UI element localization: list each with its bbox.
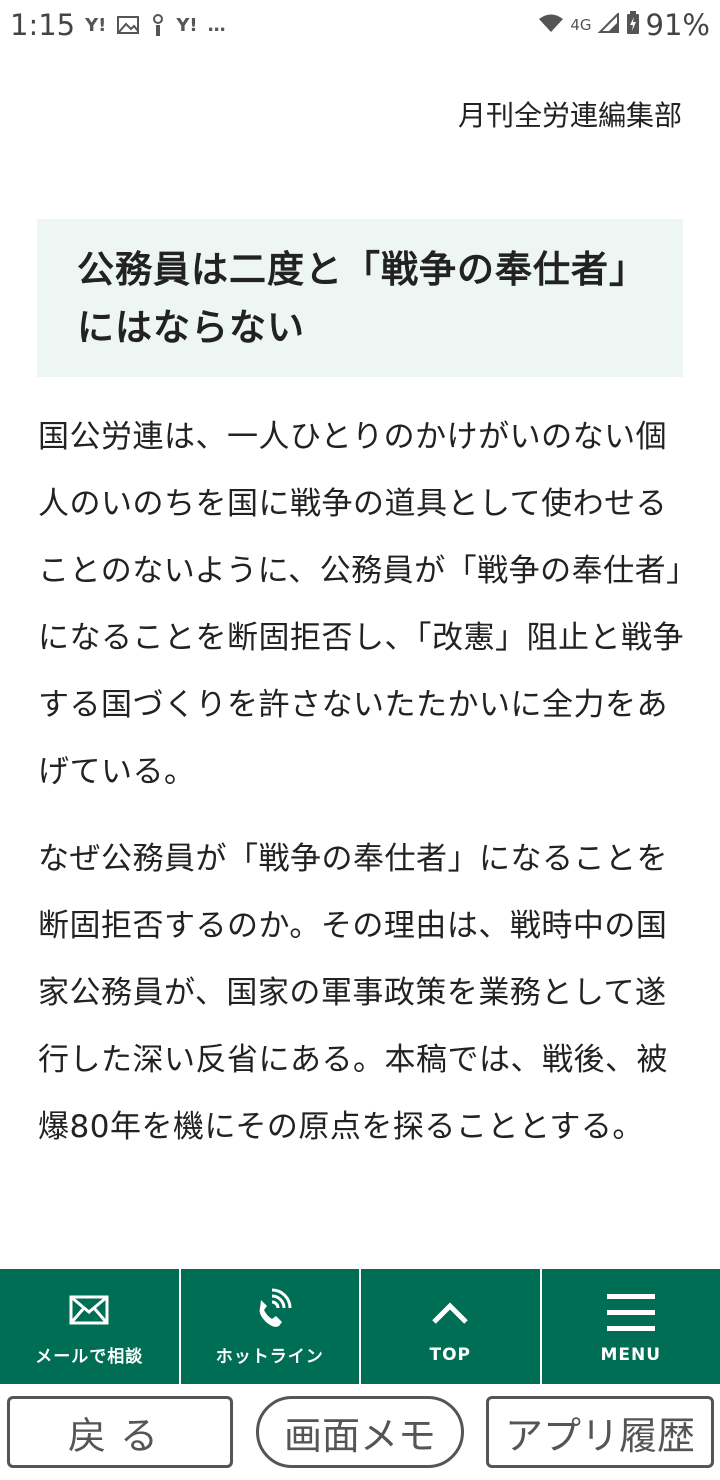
nav-menu[interactable]: MENU bbox=[542, 1269, 720, 1384]
bottom-nav: メールで相談 ホットライン TOP MENU bbox=[0, 1269, 720, 1384]
status-bar: 1:15 Y! Y! … 4G 91% bbox=[0, 0, 720, 50]
nav-top-label: TOP bbox=[429, 1344, 471, 1365]
mail-icon bbox=[69, 1286, 109, 1334]
article-heading: 公務員は二度と「戦争の奉仕者」にはならない bbox=[77, 248, 629, 349]
nav-mail-consult[interactable]: メールで相談 bbox=[0, 1269, 181, 1384]
more-notifications-icon: … bbox=[207, 14, 226, 36]
nav-mail-label: メールで相談 bbox=[35, 1347, 144, 1367]
network-type: 4G bbox=[570, 16, 592, 34]
yahoo-notification-icon: Y! bbox=[85, 14, 107, 36]
image-notification-icon bbox=[116, 15, 140, 35]
app-history-button[interactable]: アプリ履歴 bbox=[486, 1396, 714, 1468]
wifi-icon bbox=[538, 13, 564, 37]
battery-charging-icon bbox=[626, 11, 640, 39]
status-time: 1:15 bbox=[10, 8, 76, 42]
nav-menu-label: MENU bbox=[600, 1344, 662, 1365]
nav-top[interactable]: TOP bbox=[361, 1269, 542, 1384]
info-notification-icon bbox=[150, 13, 166, 37]
article-paragraph: 国公労連は、一人ひとりのかけがいのない個人のいのちを国に戦争の道具として使わせる… bbox=[38, 419, 684, 790]
chevron-up-icon bbox=[430, 1289, 470, 1337]
signal-icon bbox=[597, 11, 620, 37]
status-left: 1:15 Y! Y! … bbox=[10, 8, 226, 42]
browser-bottom-bar: 戻る 画面メモ アプリ履歴 bbox=[0, 1384, 720, 1480]
yahoo-notification-icon: Y! bbox=[176, 14, 198, 36]
status-right: 4G 91% bbox=[538, 8, 710, 42]
hamburger-menu-icon bbox=[606, 1289, 655, 1337]
screen-memo-button[interactable]: 画面メモ bbox=[256, 1396, 464, 1468]
nav-hotline-label: ホットライン bbox=[215, 1347, 324, 1367]
back-button[interactable]: 戻る bbox=[7, 1396, 233, 1468]
phone-icon bbox=[248, 1286, 292, 1334]
article-heading-box: 公務員は二度と「戦争の奉仕者」にはならない bbox=[37, 219, 683, 377]
article-paragraph: なぜ公務員が「戦争の奉仕者」になることを断固拒否するのか。その理由は、戦時中の国… bbox=[38, 841, 668, 1145]
nav-hotline[interactable]: ホットライン bbox=[181, 1269, 361, 1384]
article-author: 月刊全労連編集部 bbox=[457, 99, 682, 132]
battery-percentage: 91% bbox=[645, 8, 710, 42]
